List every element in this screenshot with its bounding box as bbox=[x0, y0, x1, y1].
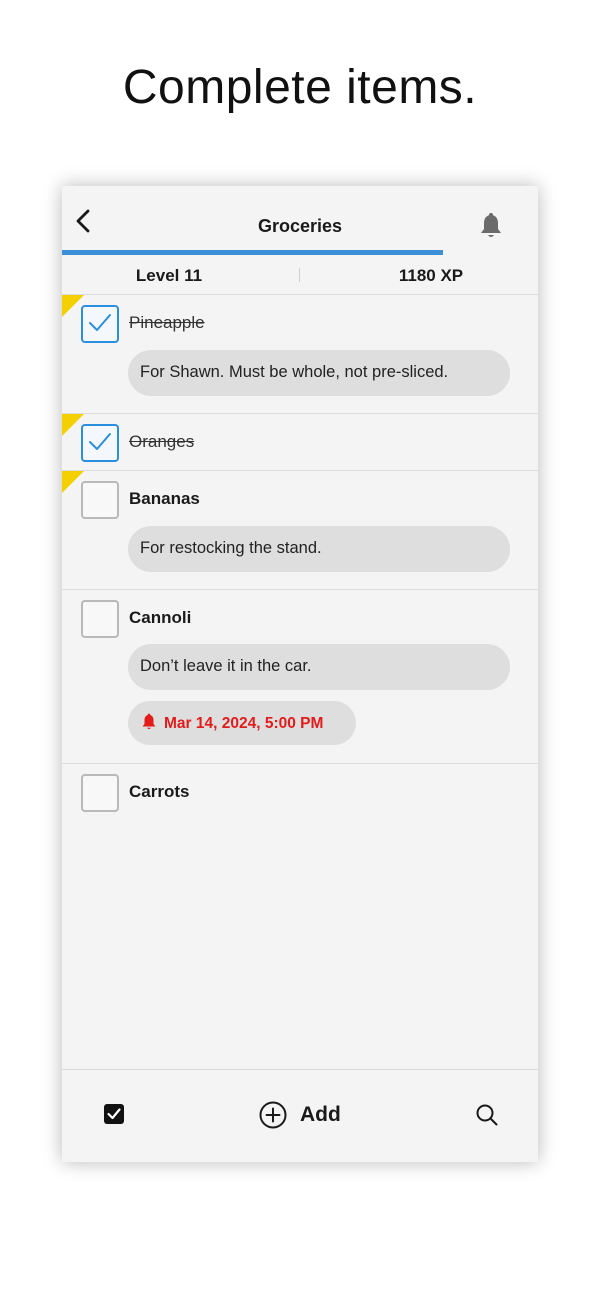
level-label: Level 11 bbox=[135, 266, 203, 285]
plus-circle-icon bbox=[259, 1101, 287, 1129]
reminder-label: Mar 14, 2024, 5:00 PM bbox=[164, 715, 324, 732]
stats-divider bbox=[299, 268, 300, 282]
item-title: Oranges bbox=[129, 432, 195, 451]
checkbox-icon bbox=[104, 1104, 124, 1124]
item-checkbox[interactable] bbox=[81, 305, 119, 343]
item-checkbox[interactable] bbox=[81, 600, 119, 638]
item-checkbox[interactable] bbox=[81, 481, 119, 519]
headline: Complete items. bbox=[122, 61, 478, 114]
item-note[interactable]: For restocking the stand. bbox=[128, 526, 510, 572]
item-note[interactable]: For Shawn. Must be whole, not pre-sliced… bbox=[128, 350, 510, 396]
item-title: Cannoli bbox=[129, 608, 192, 627]
item-checkbox[interactable] bbox=[81, 424, 119, 462]
search-icon bbox=[476, 1104, 498, 1126]
add-label: Add bbox=[300, 1103, 341, 1126]
item-title: Pineapple bbox=[129, 313, 205, 332]
reminder-chip[interactable]: Mar 14, 2024, 5:00 PM bbox=[128, 701, 356, 745]
checkmark-icon bbox=[89, 433, 111, 450]
item-title: Bananas bbox=[129, 489, 200, 508]
list-item[interactable]: Pineapple For Shawn. Must be whole, not … bbox=[62, 295, 538, 414]
page-title: Groceries bbox=[257, 216, 343, 236]
list-item[interactable]: Cannoli Don’t leave it in the car. Mar 1… bbox=[62, 590, 538, 764]
bell-icon bbox=[481, 213, 501, 237]
item-title: Carrots bbox=[129, 782, 190, 801]
notifications-button[interactable] bbox=[478, 212, 504, 240]
xp-progress-bar bbox=[62, 250, 538, 255]
complete-filter-button[interactable] bbox=[103, 1103, 125, 1125]
search-button[interactable] bbox=[474, 1102, 500, 1128]
bottom-toolbar: Add bbox=[62, 1069, 538, 1162]
item-note[interactable]: Don’t leave it in the car. bbox=[128, 644, 510, 690]
stats-bar: Level 11 1180 XP bbox=[62, 258, 538, 295]
checkmark-icon bbox=[89, 314, 111, 331]
item-checkbox[interactable] bbox=[81, 774, 119, 812]
xp-label: 1180 XP bbox=[398, 266, 464, 285]
navbar: Groceries bbox=[62, 186, 538, 252]
list-item[interactable]: Oranges bbox=[62, 414, 538, 471]
xp-progress-fill bbox=[62, 250, 443, 255]
phone-screen: Groceries Level 11 1180 XP Pineapple For… bbox=[62, 186, 538, 1162]
bell-icon bbox=[142, 713, 156, 730]
list-item[interactable]: Bananas For restocking the stand. bbox=[62, 471, 538, 590]
task-list: Pineapple For Shawn. Must be whole, not … bbox=[62, 295, 538, 820]
list-item[interactable]: Carrots bbox=[62, 764, 538, 820]
